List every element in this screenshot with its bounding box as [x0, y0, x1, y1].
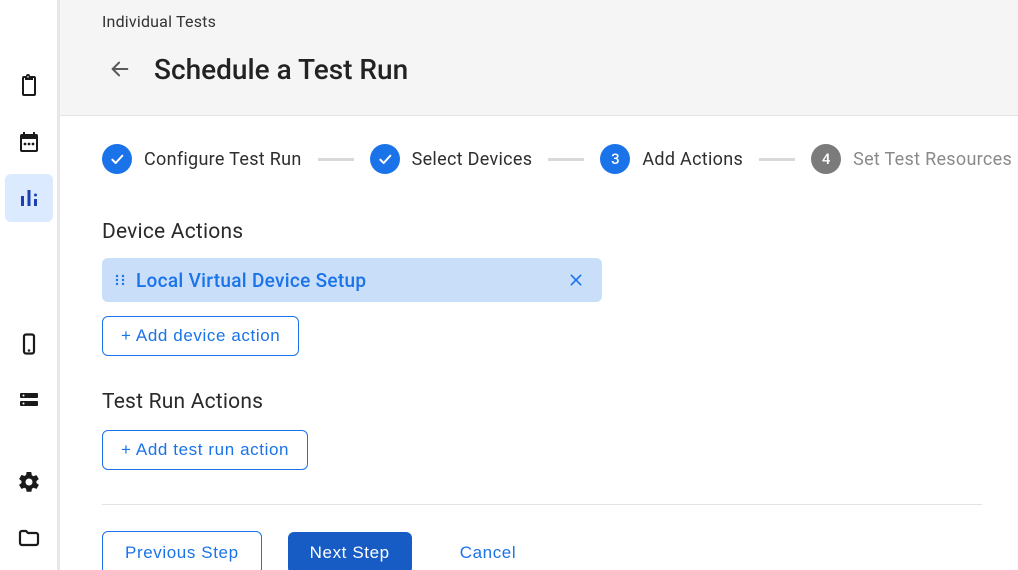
- step-label: Select Devices: [412, 149, 533, 170]
- stepper: Configure Test Run Select Devices 3 Add …: [102, 144, 982, 174]
- divider: [102, 504, 982, 505]
- storage-icon: [17, 388, 41, 412]
- sidebar-item-clipboard[interactable]: [5, 62, 53, 110]
- arrow-left-icon: [109, 58, 131, 80]
- step-indicator-done: [370, 144, 400, 174]
- device-action-label: Local Virtual Device Setup: [136, 269, 366, 292]
- sidebar-item-device[interactable]: [5, 320, 53, 368]
- step-set-test-resources[interactable]: 4 Set Test Resources: [811, 144, 1012, 174]
- add-test-run-action-button[interactable]: + Add test run action: [102, 430, 308, 470]
- step-connector: [548, 158, 584, 161]
- step-label: Set Test Resources: [853, 149, 1012, 170]
- sidebar-item-analytics[interactable]: [5, 174, 53, 222]
- folder-icon: [17, 526, 41, 550]
- step-indicator-done: [102, 144, 132, 174]
- analytics-icon: [17, 186, 41, 210]
- step-indicator-future: 4: [811, 144, 841, 174]
- section-title-device-actions: Device Actions: [102, 220, 982, 244]
- next-step-button[interactable]: Next Step: [288, 532, 412, 570]
- drag-handle[interactable]: [112, 274, 128, 286]
- step-connector: [318, 158, 354, 161]
- check-icon: [377, 151, 393, 167]
- gear-icon: [17, 470, 41, 494]
- cancel-button[interactable]: Cancel: [438, 532, 539, 570]
- sidebar-item-storage[interactable]: [5, 376, 53, 424]
- remove-device-action-button[interactable]: [562, 266, 590, 294]
- calendar-icon: [17, 130, 41, 154]
- wizard-footer: Previous Step Next Step Cancel: [102, 531, 982, 570]
- header: Individual Tests Schedule a Test Run: [60, 0, 1018, 116]
- clipboard-icon: [17, 74, 41, 98]
- step-configure-test-run[interactable]: Configure Test Run: [102, 144, 302, 174]
- step-label: Add Actions: [642, 149, 743, 170]
- breadcrumb[interactable]: Individual Tests: [102, 12, 982, 31]
- step-select-devices[interactable]: Select Devices: [370, 144, 533, 174]
- content: Configure Test Run Select Devices 3 Add …: [60, 116, 1018, 570]
- drag-handle-icon: [114, 274, 126, 286]
- step-connector: [759, 158, 795, 161]
- device-action-chip[interactable]: Local Virtual Device Setup: [102, 258, 602, 302]
- device-icon: [17, 332, 41, 356]
- sidebar-item-folder[interactable]: [5, 514, 53, 562]
- main: Individual Tests Schedule a Test Run Con…: [60, 0, 1018, 570]
- step-add-actions[interactable]: 3 Add Actions: [600, 144, 743, 174]
- section-title-test-run-actions: Test Run Actions: [102, 390, 982, 414]
- close-icon: [568, 272, 584, 288]
- sidebar-item-calendar[interactable]: [5, 118, 53, 166]
- page-title: Schedule a Test Run: [154, 53, 408, 86]
- sidebar-item-settings[interactable]: [5, 458, 53, 506]
- step-indicator-current: 3: [600, 144, 630, 174]
- back-button[interactable]: [100, 49, 140, 89]
- previous-step-button[interactable]: Previous Step: [102, 531, 262, 570]
- add-device-action-button[interactable]: + Add device action: [102, 316, 299, 356]
- step-label: Configure Test Run: [144, 149, 302, 170]
- sidebar: [0, 0, 60, 570]
- check-icon: [109, 151, 125, 167]
